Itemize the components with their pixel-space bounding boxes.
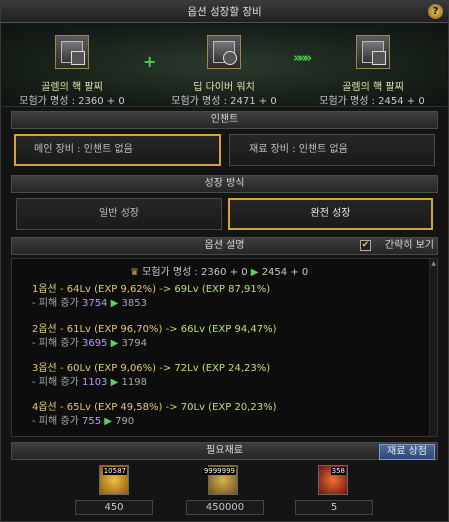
material-2-qty: 450000 — [186, 500, 264, 515]
fame-icon: ♛ — [130, 267, 139, 278]
result-item-fame: 모험가 명성 : 2454 + 0 — [319, 96, 425, 107]
fame-summary: ♛ 모험가 명성 : 2360 + 0 ▶ 2454 + 0 — [130, 267, 309, 278]
equipment-panel: 골렘의 핵 팔찌 모험가 명성 : 2360 + 0 + 딥 다이버 워치 모험… — [2, 24, 447, 107]
option-description-header: 옵션 설명 ✔ 간략히 보기 — [11, 237, 438, 255]
simple-view-label: 간략히 보기 — [384, 240, 434, 251]
option-2-line: 2옵션 - 61Lv (EXP 96,70%) -> 66Lv (EXP 94,… — [32, 324, 277, 335]
option-3-line: 3옵션 - 60Lv (EXP 9,06%) -> 72Lv (EXP 24,2… — [32, 363, 271, 374]
plus-icon: + — [143, 52, 157, 71]
gold-coins-icon[interactable]: 9999999 — [202, 465, 238, 495]
window-title: 옵션 성장할 장비 ? — [1, 1, 448, 23]
material-3-qty: 5 — [295, 500, 373, 515]
main-item-fame: 모험가 명성 : 2360 + 0 — [19, 96, 125, 107]
result-equipment-slot — [356, 35, 390, 69]
material-1-qty: 450 — [75, 500, 153, 515]
option-1-line: 1옵션 - 64Lv (EXP 9,62%) -> 69Lv (EXP 87,9… — [32, 284, 271, 295]
option-1-damage: - 피해 증가 3754 ▶ 3853 — [32, 298, 147, 309]
help-icon[interactable]: ? — [428, 4, 443, 19]
materials-header: 필요재료 재료 상점 — [11, 442, 438, 460]
scrollbar[interactable]: ▲ — [429, 259, 437, 436]
option-4-damage: - 피해 증가 755 ▶ 790 — [32, 416, 135, 427]
option-list: ▲ ♛ 모험가 명성 : 2360 + 0 ▶ 2454 + 0 1옵션 - 6… — [11, 258, 438, 437]
full-growth-button[interactable]: 완전 성장 — [228, 198, 433, 230]
option-3-damage: - 피해 증가 1103 ▶ 1198 — [32, 377, 147, 388]
bracelet-icon — [61, 41, 85, 65]
gold-gem-icon[interactable]: 10587 — [99, 465, 129, 495]
option-4-line: 4옵션 - 65Lv (EXP 49,58%) -> 70Lv (EXP 20,… — [32, 402, 277, 413]
growth-method-header: 성장 방식 — [11, 175, 438, 193]
material-item-name: 딥 다이버 워치 — [193, 82, 255, 93]
main-enchant-box[interactable]: 메인 장비 : 인챈트 없음 — [14, 134, 221, 166]
result-arrows-icon: »»» — [293, 51, 312, 66]
result-item-name: 골렘의 핵 팔찌 — [342, 82, 404, 93]
main-item-name: 골렘의 핵 팔찌 — [41, 82, 103, 93]
growth-window: 옵션 성장할 장비 ? 골렘의 핵 팔찌 모험가 명성 : 2360 + 0 +… — [0, 0, 449, 522]
scroll-up-icon[interactable]: ▲ — [430, 260, 437, 267]
material-item-fame: 모험가 명성 : 2471 + 0 — [171, 96, 277, 107]
red-spark-icon[interactable]: 358 — [318, 465, 348, 495]
enchant-header: 인챈트 — [11, 111, 438, 129]
material-shop-button[interactable]: 재료 상점 — [379, 444, 435, 460]
material-equipment-slot[interactable] — [207, 35, 241, 69]
material-enchant-box[interactable]: 재료 장비 : 인챈트 없음 — [229, 134, 435, 166]
bracelet-icon — [362, 41, 386, 65]
main-equipment-slot[interactable] — [55, 35, 89, 69]
watch-icon — [213, 41, 237, 65]
normal-growth-button[interactable]: 일반 성장 — [16, 198, 222, 230]
option-2-damage: - 피해 증가 3695 ▶ 3794 — [32, 338, 147, 349]
simple-view-checkbox[interactable]: ✔ — [360, 240, 371, 251]
